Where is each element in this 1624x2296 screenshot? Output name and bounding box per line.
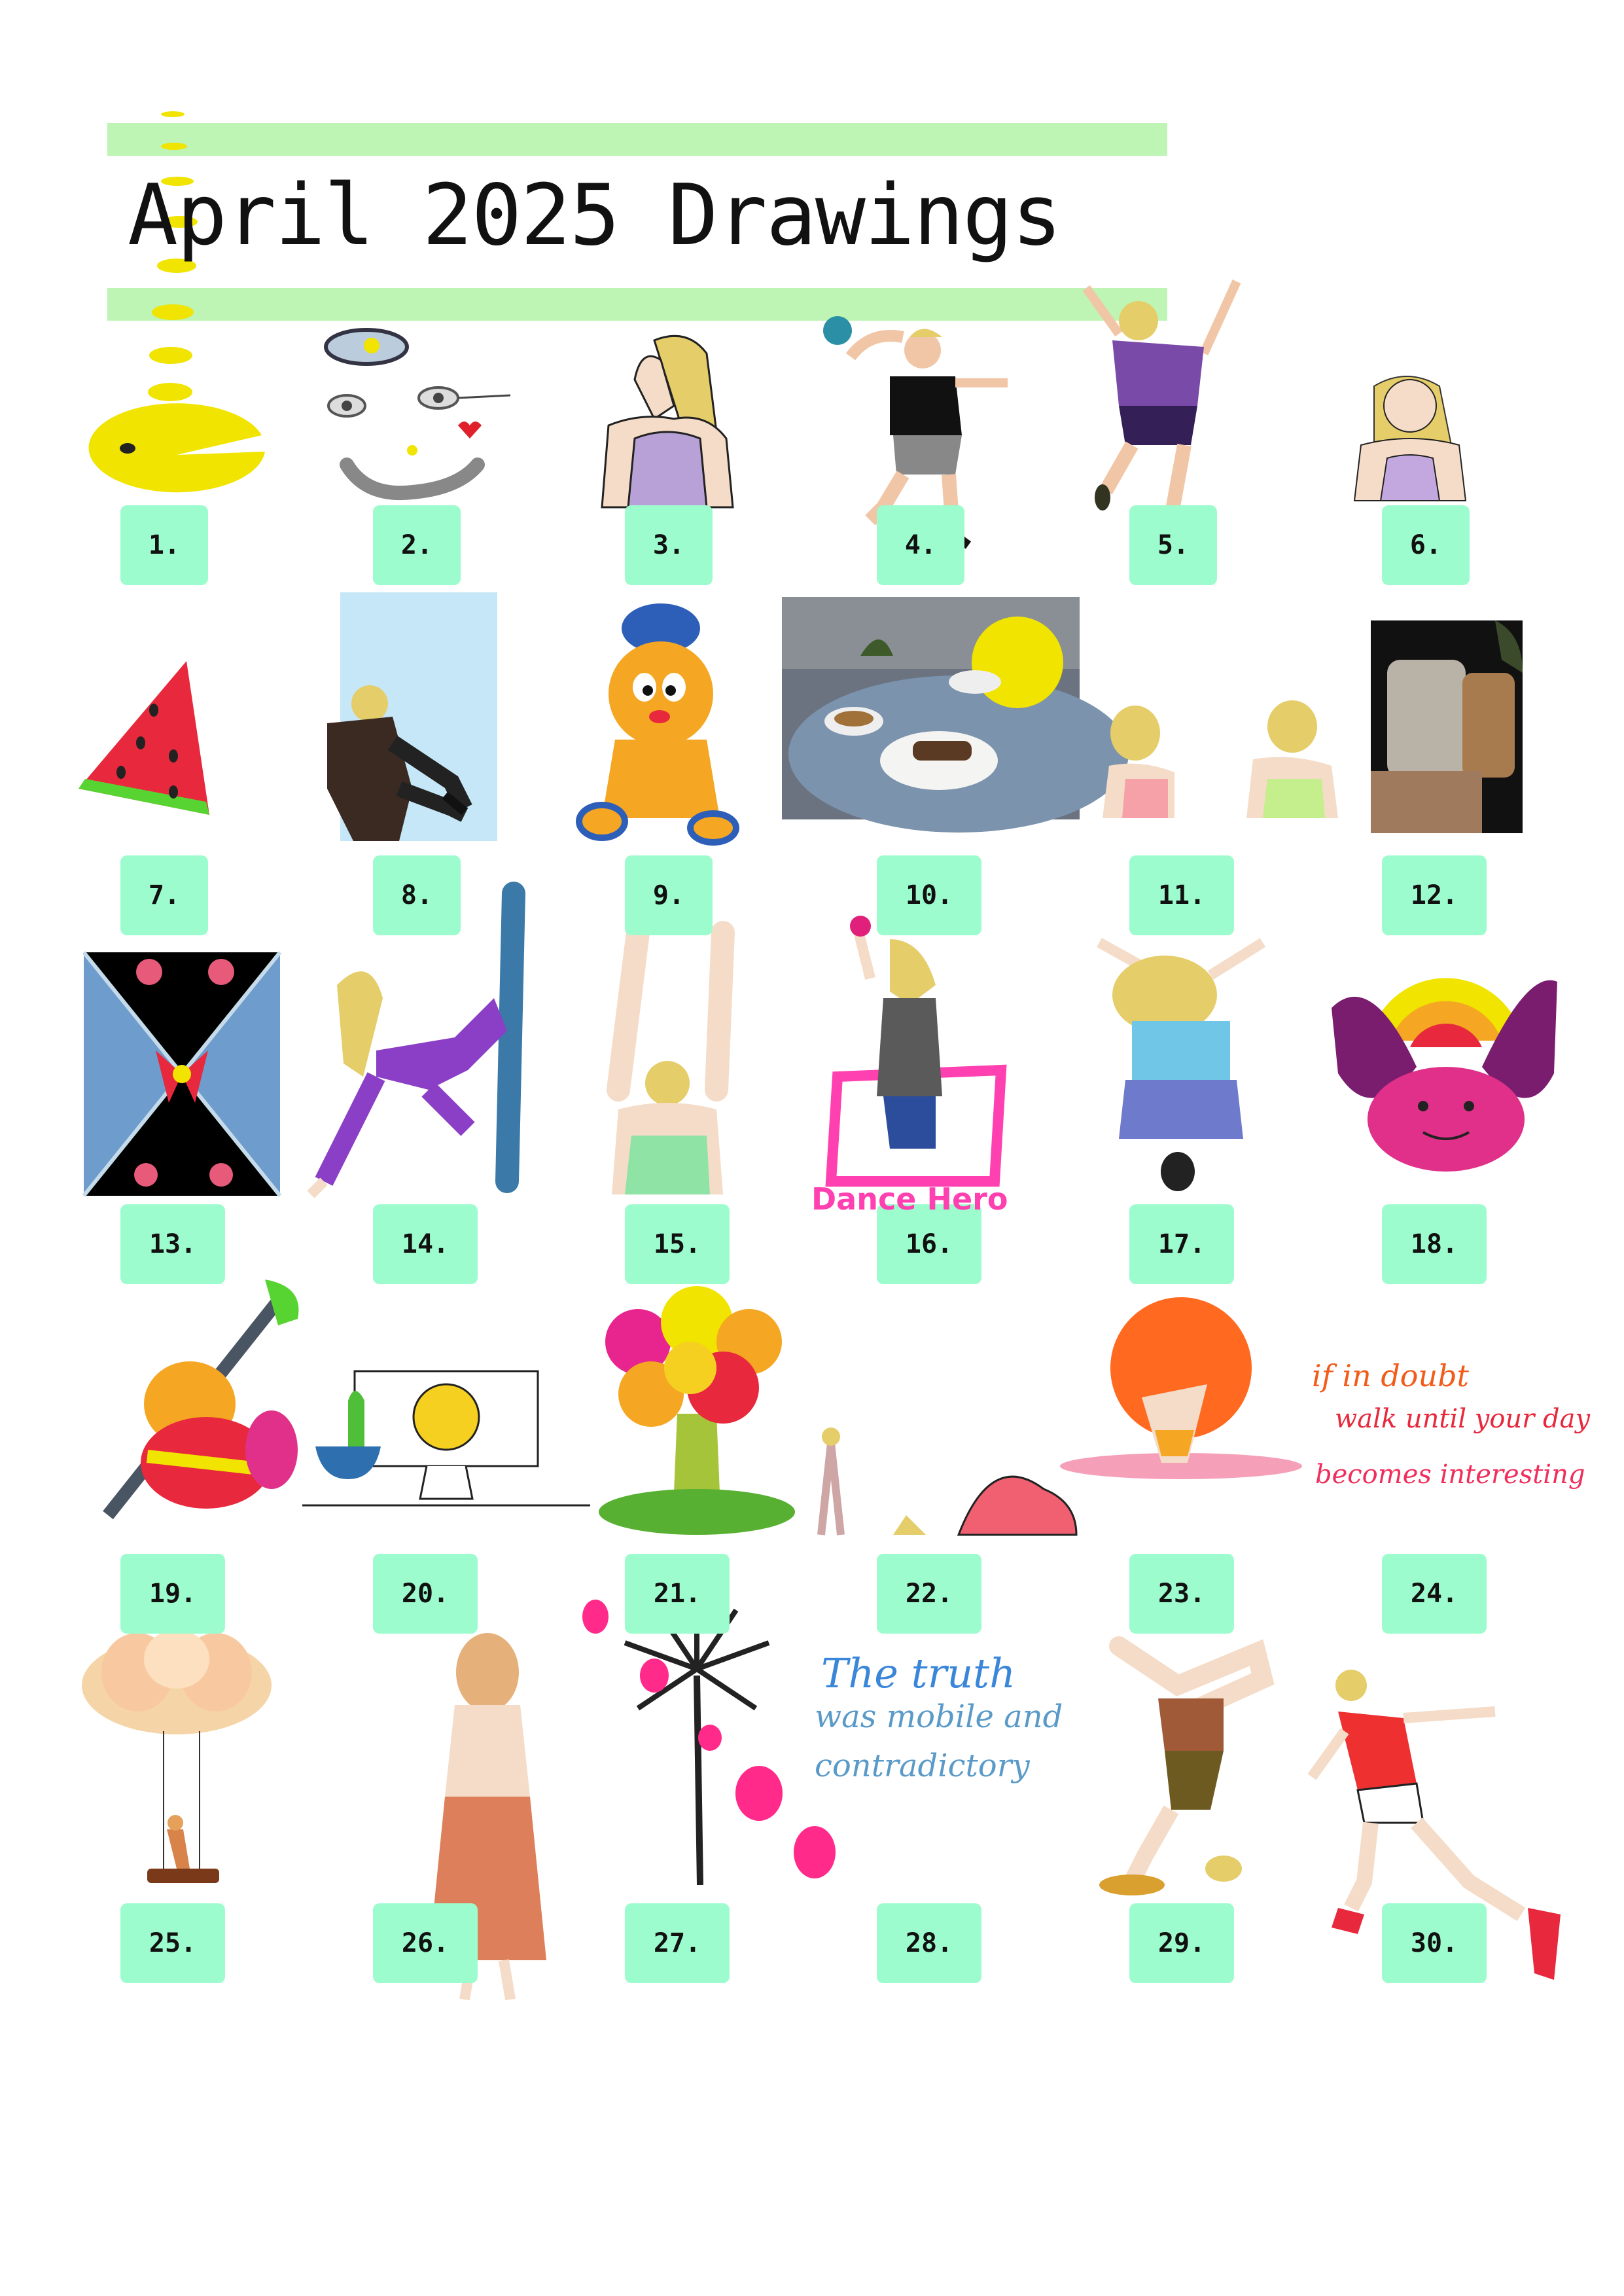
kaleidoscope-drawing [82, 951, 282, 1197]
day-label-20: 20. [373, 1554, 478, 1634]
day-label-6: 6. [1382, 505, 1470, 585]
pacman-trail-dot [152, 304, 194, 320]
day-label-23: 23. [1129, 1554, 1234, 1634]
day-label-10: 10. [877, 855, 981, 935]
truth-quote-line1: The truth [821, 1649, 1016, 1697]
day-label-29: 29. [1129, 1903, 1234, 1983]
day-label-15: 15. [625, 1204, 730, 1284]
pacman-trail-dot [149, 347, 192, 364]
flower-tree-drawing [599, 1286, 795, 1535]
day-label-25: 25. [120, 1903, 225, 1983]
day-label-2: 2. [373, 505, 461, 585]
day-label-3: 3. [625, 505, 713, 585]
dance-hero-caption: Dance Hero [811, 1181, 1008, 1217]
truth-quote-line2: was mobile and [815, 1698, 1063, 1735]
day-label-5: 5. [1129, 505, 1217, 585]
day-label-24: 24. [1382, 1554, 1487, 1634]
day-label-11: 11. [1129, 855, 1234, 935]
pacman-trail-dot [161, 111, 185, 117]
jars-photo [1371, 620, 1523, 833]
pacman-drawing [88, 403, 266, 493]
day-label-26: 26. [373, 1903, 478, 1983]
flower-bug-drawing [1332, 978, 1557, 1172]
day-label-4: 4. [877, 505, 964, 585]
day-label-30: 30. [1382, 1903, 1487, 1983]
scooter-riders-drawing [1097, 938, 1266, 1191]
day-label-18: 18. [1382, 1204, 1487, 1284]
day-label-22: 22. [877, 1554, 981, 1634]
day-label-28: 28. [877, 1903, 981, 1983]
two-women-drawing [1103, 700, 1338, 818]
palm-tree-balloons-drawing [582, 1600, 836, 1886]
day-label-8: 8. [373, 855, 461, 935]
doubt-quote-line1: if in doubt [1312, 1358, 1470, 1393]
woman-head-tilt-drawing [1353, 376, 1467, 501]
day-label-27: 27. [625, 1903, 730, 1983]
pacman-trail-dot [148, 383, 192, 401]
paintbrush-bug-drawing [103, 1280, 299, 1520]
truth-quote-line3: contradictory [815, 1748, 1030, 1784]
doubt-quote-line2: walk until your day [1335, 1404, 1591, 1434]
day-label-17: 17. [1129, 1204, 1234, 1284]
headstand-drawing [1099, 1636, 1275, 1895]
woman-portrait-drawing [601, 334, 734, 509]
jumping-girl-drawing [1082, 279, 1241, 524]
day-label-13: 13. [120, 1204, 225, 1284]
day-label-14: 14. [373, 1204, 478, 1284]
face-drawing [324, 328, 511, 501]
day-label-12: 12. [1382, 855, 1487, 935]
watermelon-drawing [79, 661, 209, 815]
cafe-photo [782, 597, 1129, 833]
day-label-1: 1. [120, 505, 208, 585]
day-label-19: 19. [120, 1554, 225, 1634]
dance-hero-drawing [825, 916, 1007, 1187]
day-label-9: 9. [625, 855, 713, 935]
page-title: April 2025 Drawings [128, 167, 1062, 264]
tent-and-hiker-drawing [817, 1427, 1078, 1536]
day-label-7: 7. [120, 855, 208, 935]
girl-by-window-drawing [327, 592, 537, 848]
sunset-yoga-drawing [1060, 1297, 1302, 1479]
day-label-21: 21. [625, 1554, 730, 1634]
doubt-quote-line3: becomes interesting [1315, 1460, 1585, 1490]
title-band-top [107, 123, 1167, 156]
monitor-with-cactus-drawing [302, 1370, 590, 1507]
pacman-trail-dot [161, 143, 187, 150]
orange-bird-drawing [576, 603, 739, 846]
flower-swing-drawing [82, 1630, 272, 1883]
stretching-woman-drawing [607, 921, 735, 1194]
